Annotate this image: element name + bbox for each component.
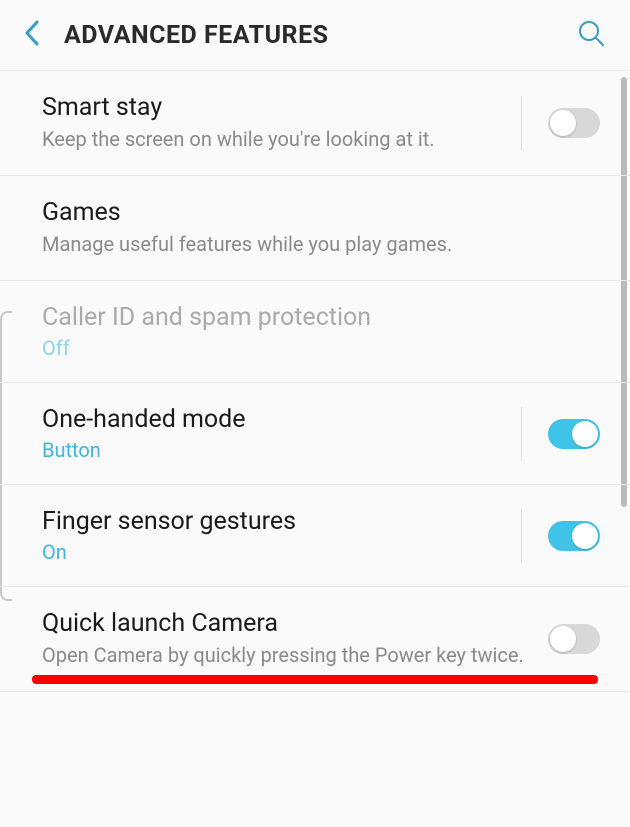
header: ADVANCED FEATURES — [0, 0, 630, 71]
toggle-wrap — [548, 612, 600, 666]
toggle-smart-stay[interactable] — [548, 108, 600, 138]
toggle-quick-launch-camera[interactable] — [548, 624, 600, 654]
item-title: Quick launch Camera — [42, 609, 532, 638]
search-icon — [576, 18, 606, 48]
item-title: One-handed mode — [42, 405, 505, 434]
page-title: ADVANCED FEATURES — [64, 21, 576, 50]
item-text: Caller ID and spam protection Off — [42, 303, 600, 360]
item-status: On — [42, 540, 505, 564]
item-caller-id[interactable]: Caller ID and spam protection Off — [0, 281, 630, 383]
chevron-left-icon — [24, 20, 40, 46]
content: Smart stay Keep the screen on while you'… — [0, 71, 630, 827]
item-games[interactable]: Games Manage useful features while you p… — [0, 176, 630, 281]
toggle-wrap — [521, 407, 600, 461]
toggle-knob — [550, 110, 576, 136]
settings-list: Smart stay Keep the screen on while you'… — [0, 71, 630, 692]
item-subtitle: Keep the screen on while you're looking … — [42, 126, 505, 153]
item-text: Games Manage useful features while you p… — [42, 198, 600, 258]
item-subtitle: Open Camera by quickly pressing the Powe… — [42, 642, 532, 669]
toggle-wrap — [521, 96, 600, 150]
item-text: One-handed mode Button — [42, 405, 521, 462]
annotation-line — [32, 675, 598, 684]
back-button[interactable] — [24, 20, 40, 50]
item-title: Caller ID and spam protection — [42, 303, 584, 332]
toggle-knob — [550, 626, 576, 652]
item-smart-stay[interactable]: Smart stay Keep the screen on while you'… — [0, 71, 630, 176]
item-status: Button — [42, 438, 505, 462]
item-title: Smart stay — [42, 93, 505, 122]
toggle-finger-sensor[interactable] — [548, 521, 600, 551]
toggle-wrap — [521, 509, 600, 563]
toggle-knob — [572, 421, 598, 447]
item-text: Smart stay Keep the screen on while you'… — [42, 93, 521, 153]
item-text: Finger sensor gestures On — [42, 507, 521, 564]
item-text: Quick launch Camera Open Camera by quick… — [42, 609, 548, 669]
toggle-knob — [572, 523, 598, 549]
item-finger-sensor-gestures[interactable]: Finger sensor gestures On — [0, 485, 630, 587]
item-subtitle: Manage useful features while you play ga… — [42, 231, 584, 258]
item-one-handed-mode[interactable]: One-handed mode Button — [0, 383, 630, 485]
item-title: Finger sensor gestures — [42, 507, 505, 536]
toggle-one-handed[interactable] — [548, 419, 600, 449]
search-button[interactable] — [576, 18, 606, 52]
item-status: Off — [42, 336, 584, 360]
item-title: Games — [42, 198, 584, 227]
